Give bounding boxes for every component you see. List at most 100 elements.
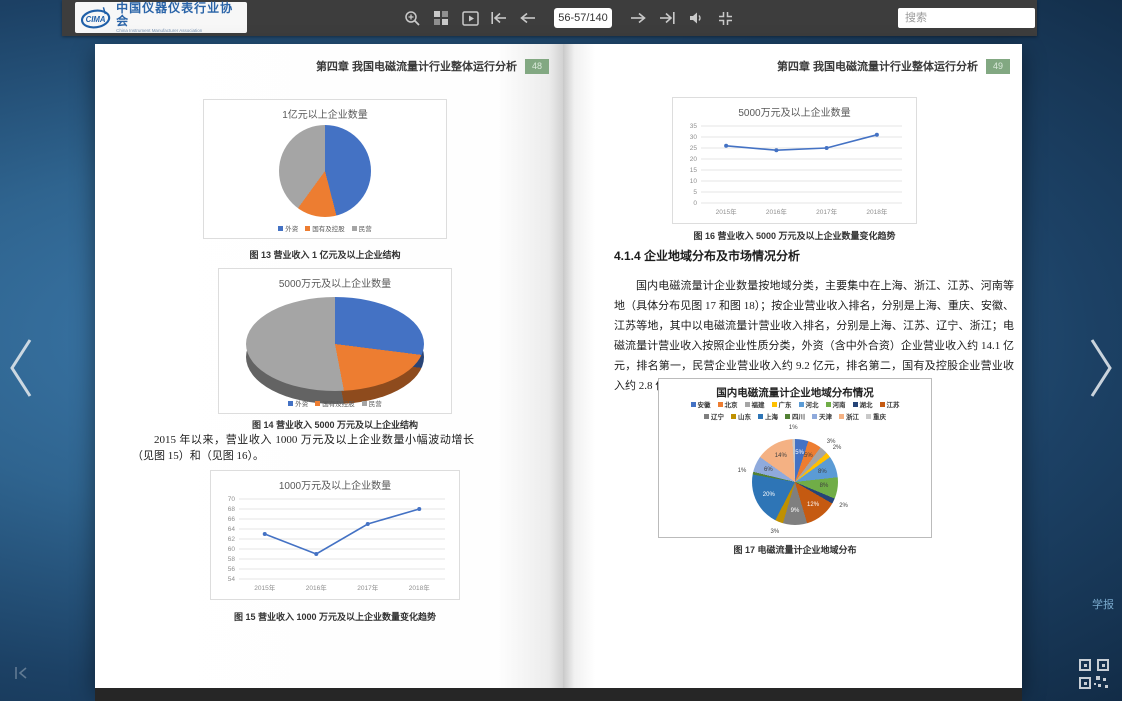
legend-label: 山东 [738, 411, 751, 421]
legend-marker [853, 402, 858, 407]
prev-page-icon [519, 11, 537, 25]
search-input[interactable] [903, 11, 1049, 25]
svg-text:2017年: 2017年 [816, 207, 837, 216]
legend-row: 安徽北京福建广东河北河南湖北江苏 [691, 399, 900, 409]
legend-marker [704, 414, 709, 419]
svg-text:60: 60 [228, 546, 236, 553]
legend-label: 外资 [295, 398, 308, 408]
svg-text:30: 30 [690, 134, 698, 141]
toolbar-collapse-button[interactable] [14, 666, 30, 685]
legend-label: 广东 [779, 399, 792, 409]
legend-item: 福建 [745, 399, 765, 409]
legend-label: 福建 [752, 399, 765, 409]
legend-marker [315, 401, 320, 406]
pie-slice-label: 20% [763, 492, 775, 498]
next-page-button[interactable] [628, 8, 648, 28]
fig16-caption: 图 16 营业收入 5000 万元及以上企业数量变化趋势 [672, 229, 917, 242]
pie-slice-label: 8% [820, 483, 829, 489]
org-name: 中国仪器仪表行业协会 China Instrument Manufacturer… [116, 2, 243, 34]
legend-item: 天津 [812, 411, 832, 421]
pie-slice-label: 9% [791, 508, 800, 514]
fig13-caption: 图 13 营业收入 1 亿元及以上企业结构 [203, 248, 447, 261]
prev-page-button[interactable] [518, 8, 538, 28]
next-chevron-icon [1086, 336, 1116, 400]
page-number-badge: 48 [525, 59, 549, 74]
legend-marker [305, 226, 310, 231]
legend-item: 辽宁 [704, 411, 724, 421]
legend-item: 江苏 [880, 399, 900, 409]
svg-text:2016年: 2016年 [766, 207, 787, 216]
fig14-pie [246, 297, 424, 391]
legend-label: 河北 [806, 399, 819, 409]
legend-label: 上海 [765, 411, 778, 421]
pie-slice-label: 14% [775, 453, 787, 459]
pie-slice-label: 1% [738, 468, 747, 474]
toolbar: CIMA 中国仪器仪表行业协会 China Instrument Manufac… [62, 0, 1037, 36]
legend-label: 安徽 [698, 399, 711, 409]
svg-text:66: 66 [228, 516, 236, 523]
legend-marker [799, 402, 804, 407]
svg-text:58: 58 [228, 556, 236, 563]
thumbnails-button[interactable] [431, 8, 451, 28]
first-page-button[interactable] [489, 8, 509, 28]
left-page-header: 第四章 我国电磁流量计行业整体运行分析 48 [316, 58, 549, 74]
report-link[interactable]: 学报 [1092, 596, 1114, 612]
svg-text:54: 54 [228, 576, 236, 583]
legend-marker [772, 402, 777, 407]
svg-text:70: 70 [228, 496, 236, 503]
sound-icon [688, 10, 704, 26]
legend-marker [812, 414, 817, 419]
pie-slice-label: 2% [833, 445, 842, 451]
sound-button[interactable] [686, 8, 706, 28]
svg-text:68: 68 [228, 506, 236, 513]
svg-text:35: 35 [690, 123, 698, 130]
legend-marker [278, 226, 283, 231]
org-logo[interactable]: CIMA 中国仪器仪表行业协会 China Instrument Manufac… [75, 2, 247, 33]
legend-row: 外资 国有及控股民营 [288, 398, 382, 408]
zoom-button[interactable] [402, 8, 422, 28]
legend-item: 国有及控股 [315, 398, 355, 408]
legend-item: 河北 [799, 399, 819, 409]
fig16-plot: 051015202530352015年2016年2017年2018年 [677, 120, 912, 219]
last-page-button[interactable] [657, 8, 677, 28]
toolbar-controls: 56-57/140 [402, 0, 735, 36]
cima-logo-icon: CIMA [79, 5, 112, 31]
pie-slice-label: 1% [789, 425, 798, 431]
page-right: 第四章 我国电磁流量计行业整体运行分析 49 5000万元及以上企业数量 051… [563, 44, 1022, 688]
svg-text:0: 0 [693, 200, 697, 207]
prev-page-chevron[interactable] [6, 336, 36, 405]
page-indicator-input[interactable]: 56-57/140 [554, 8, 612, 28]
legend-label: 河南 [833, 399, 846, 409]
legend-marker [839, 414, 844, 419]
legend-item: 民营 [352, 223, 372, 233]
legend-label: 重庆 [873, 411, 886, 421]
pie-slice-label: 3% [771, 529, 780, 535]
legend-marker [745, 402, 750, 407]
legend-marker [691, 402, 696, 407]
fig17-pie-chart: 国内电磁流量计企业地域分布情况 安徽北京福建广东河北河南湖北江苏辽宁山东上海四川… [658, 378, 932, 538]
qr-code-icon [1078, 658, 1110, 690]
legend-item: 民营 [362, 398, 382, 408]
fig15-plot: 5456586062646668702015年2016年2017年2018年 [215, 493, 455, 595]
fig17-legend: 安徽北京福建广东河北河南湖北江苏辽宁山东上海四川天津浙江重庆 [659, 399, 931, 421]
next-page-chevron[interactable] [1086, 336, 1116, 405]
legend-item: 山东 [731, 411, 751, 421]
legend-item: 浙江 [839, 411, 859, 421]
fig14-legend: 外资 国有及控股民营 [219, 398, 451, 408]
legend-marker [731, 414, 736, 419]
first-page-icon [490, 11, 508, 25]
legend-label: 天津 [819, 411, 832, 421]
legend-marker [866, 414, 871, 419]
zoom-icon [404, 10, 421, 27]
book-base-bar [95, 688, 1022, 701]
svg-text:64: 64 [228, 526, 236, 533]
slideshow-icon [462, 11, 479, 26]
qr-code-button[interactable] [1078, 658, 1110, 690]
svg-text:62: 62 [228, 536, 236, 543]
legend-item: 重庆 [866, 411, 886, 421]
svg-text:15: 15 [690, 167, 698, 174]
slideshow-button[interactable] [460, 8, 480, 28]
fullscreen-button[interactable] [715, 8, 735, 28]
legend-label: 国有及控股 [322, 398, 355, 408]
fig17-title: 国内电磁流量计企业地域分布情况 [659, 385, 931, 400]
